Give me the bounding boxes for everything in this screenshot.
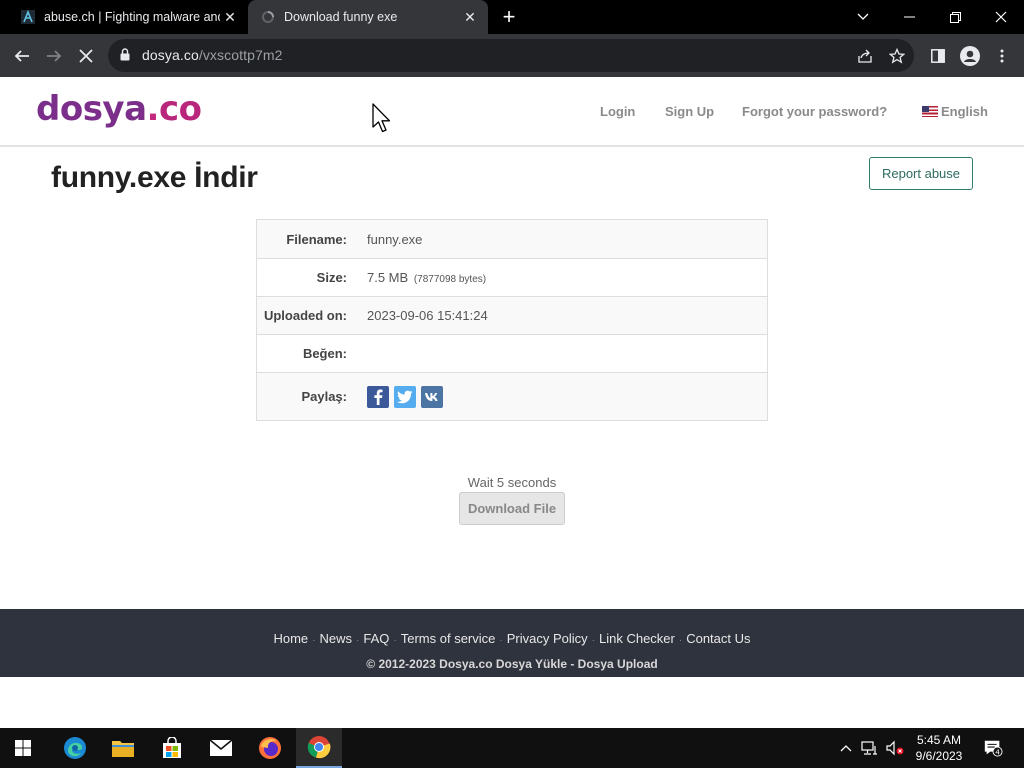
tab-title: abuse.ch | Fighting malware and — [44, 10, 220, 24]
logo-dot: . — [146, 89, 160, 129]
footer-link-link-checker[interactable]: Link Checker — [599, 631, 675, 646]
browser-toolbar: dosya.co/vxscottp7m2 — [0, 34, 1024, 77]
filename-value: funny.exe — [367, 231, 423, 247]
site-logo[interactable]: dosya.co — [36, 89, 202, 129]
side-panel-icon[interactable] — [926, 44, 950, 68]
tab-search-chevron-icon[interactable] — [840, 0, 886, 34]
browser-tab-download[interactable]: Download funny exe ✕ — [248, 0, 488, 34]
windows-start-icon[interactable] — [0, 728, 46, 768]
footer-separator: · — [393, 635, 397, 646]
facebook-share-icon[interactable] — [367, 385, 389, 408]
share-buttons — [357, 385, 443, 408]
nav-login-link[interactable]: Login — [600, 104, 635, 119]
close-window-icon[interactable] — [978, 0, 1024, 34]
footer-separator: · — [591, 635, 595, 646]
size-bytes: (7877098 bytes) — [413, 274, 487, 285]
wait-countdown-text: Wait 5 seconds — [467, 475, 557, 490]
more-menu-icon[interactable] — [990, 44, 1014, 68]
footer-link-privacy[interactable]: Privacy Policy — [507, 631, 588, 646]
abuse-ch-favicon-icon — [20, 9, 36, 25]
size-mb: 7.5 MB — [367, 270, 409, 285]
language-label: English — [941, 104, 988, 119]
table-row: Size: 7.5 MB (7877098 bytes) — [257, 258, 767, 296]
address-bar[interactable]: dosya.co/vxscottp7m2 — [108, 39, 914, 72]
volume-muted-icon[interactable] — [885, 738, 905, 758]
footer-link-home[interactable]: Home — [273, 631, 308, 646]
chevron-up-icon[interactable] — [836, 738, 856, 758]
firefox-icon[interactable] — [247, 728, 293, 768]
browser-tab-bar: abuse.ch | Fighting malware and ✕ Downlo… — [0, 0, 1024, 34]
footer-link-terms[interactable]: Terms of service — [401, 631, 496, 646]
logo-main-text: dosya — [36, 89, 147, 129]
notification-count: 4 — [995, 747, 1000, 756]
footer-separator: · — [499, 635, 503, 646]
mouse-cursor-icon — [372, 103, 394, 140]
share-label: Paylaş: — [301, 389, 347, 404]
minimize-icon[interactable] — [886, 0, 932, 34]
footer-link-news[interactable]: News — [320, 631, 353, 646]
file-explorer-icon[interactable] — [100, 728, 146, 768]
site-footer: Home · News · FAQ · Terms of service · Privacy P… — [0, 609, 1024, 677]
bookmark-star-icon[interactable] — [888, 47, 906, 65]
footer-separator: · — [356, 635, 360, 646]
url-domain: dosya.co — [142, 47, 199, 63]
table-row: Beğen: — [257, 334, 767, 372]
clock-time: 5:45 AM — [916, 733, 962, 747]
footer-copyright: © 2012-2023 Dosya.co Dosya Yükle - Dosya… — [366, 657, 658, 671]
url-path: /vxscottp7m2 — [198, 47, 283, 63]
stop-loading-icon[interactable] — [72, 42, 100, 70]
size-label: Size: — [316, 270, 347, 285]
footer-links: Home · News · FAQ · Terms of service · Privacy P… — [0, 631, 1024, 646]
language-selector[interactable]: English — [922, 104, 988, 119]
footer-link-contact[interactable]: Contact Us — [686, 631, 750, 646]
logo-co-text: co — [158, 89, 202, 129]
filename-label: Filename: — [286, 231, 347, 247]
lock-icon[interactable] — [120, 48, 130, 66]
browser-tab-abuse-ch[interactable]: abuse.ch | Fighting malware and ✕ — [8, 0, 248, 34]
file-info-table: Filename: funny.exe Size: 7.5 MB (787709… — [256, 219, 768, 421]
tab-title: Download funny exe — [284, 10, 398, 24]
edge-browser-icon[interactable] — [52, 728, 98, 768]
close-tab-icon[interactable]: ✕ — [220, 7, 240, 27]
web-page: dosya.co Login Sign Up Forgot your passw… — [0, 77, 1024, 728]
uploaded-value: 2023-09-06 15:41:24 — [367, 308, 488, 323]
report-abuse-button[interactable]: Report abuse — [869, 157, 973, 190]
table-row: Filename: funny.exe — [257, 220, 767, 258]
url-text[interactable]: dosya.co/vxscottp7m2 — [142, 47, 283, 63]
mail-icon[interactable] — [198, 728, 244, 768]
restore-icon[interactable] — [932, 0, 978, 34]
twitter-share-icon[interactable] — [394, 385, 416, 408]
footer-link-faq[interactable]: FAQ — [363, 631, 389, 646]
page-title: funny.exe İndir — [51, 161, 258, 194]
size-value: 7.5 MB (7877098 bytes) — [357, 270, 486, 285]
table-row: Uploaded on: 2023-09-06 15:41:24 — [257, 296, 767, 334]
back-arrow-icon[interactable] — [8, 42, 36, 70]
microsoft-store-icon[interactable] — [149, 728, 195, 768]
loading-spinner-icon — [260, 9, 276, 25]
like-label: Beğen: — [302, 346, 347, 361]
forward-arrow-icon[interactable] — [40, 42, 68, 70]
nav-signup-link[interactable]: Sign Up — [665, 104, 714, 119]
us-flag-icon — [922, 106, 938, 117]
download-file-button[interactable]: Download File — [459, 492, 565, 525]
windows-taskbar: 5:45 AM 9/6/2023 4 — [0, 728, 1024, 768]
system-clock[interactable]: 5:45 AM 9/6/2023 — [906, 732, 972, 764]
site-header: dosya.co Login Sign Up Forgot your passw… — [0, 77, 1024, 147]
footer-separator: · — [312, 635, 316, 646]
close-tab-icon[interactable]: ✕ — [460, 7, 480, 27]
notification-center-icon[interactable]: 4 — [983, 738, 1003, 758]
share-page-icon[interactable] — [856, 47, 874, 65]
vk-share-icon[interactable] — [421, 385, 443, 408]
chrome-icon[interactable] — [296, 728, 342, 768]
nav-forgot-password-link[interactable]: Forgot your password? — [742, 104, 887, 119]
network-icon[interactable] — [860, 738, 880, 758]
uploaded-label: Uploaded on: — [263, 308, 347, 323]
footer-separator: · — [678, 635, 683, 646]
profile-avatar-icon[interactable] — [958, 44, 982, 68]
table-row: Paylaş: — [257, 372, 767, 420]
clock-date: 9/6/2023 — [915, 749, 963, 763]
new-tab-button[interactable]: + — [497, 4, 521, 29]
